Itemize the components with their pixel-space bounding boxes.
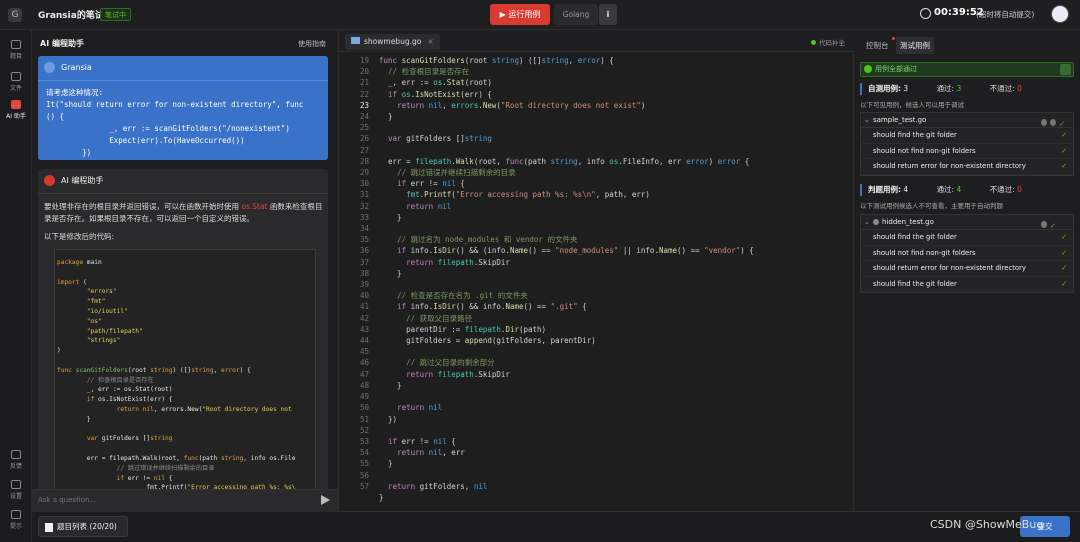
user-avatar-icon [44, 62, 55, 73]
all-passed-banner: 用例全部通过 [860, 62, 1074, 77]
send-icon[interactable] [321, 495, 330, 505]
status-dot-icon [811, 40, 816, 45]
tab-test-cases[interactable]: 测试用例 [896, 37, 934, 54]
chevron-down-icon[interactable]: ⌄ [864, 215, 870, 230]
language-select[interactable]: Golang [554, 4, 598, 25]
avatar[interactable] [1051, 5, 1069, 23]
ai-panel-title: AI 编程助手 [40, 39, 84, 48]
user-guide-link[interactable]: 使用指南 [298, 39, 326, 49]
nav-item-settings[interactable]: 设置 [0, 480, 32, 500]
go-file-icon [351, 37, 360, 44]
chevron-down-icon[interactable]: ⌄ [864, 113, 870, 128]
ai-reply-card: AI 编程助手 要处理非存在的根目录并返回错误，可以在函数开始时使用 os.St… [38, 169, 328, 511]
code-completion-status[interactable]: 代码补全 [811, 37, 845, 47]
gear-icon [11, 480, 21, 489]
divider [38, 193, 328, 194]
user-message-text: 请考虑这种情况: It("should return error for non… [46, 88, 304, 157]
ai-assistant-panel: AI 编程助手 使用指南 Gransia 请考虑这种情况: It("should… [32, 30, 338, 511]
doc-icon [11, 40, 21, 49]
suite-header[interactable]: ⌄ sample_test.go ✓ [861, 113, 1073, 128]
self-test-suite: ⌄ sample_test.go ✓ should find the git fol… [860, 112, 1074, 176]
ai-code-snippet: package main import ( "errors" "fmt" "io… [54, 249, 316, 511]
list-icon [45, 522, 53, 532]
notification-dot [891, 37, 895, 40]
test-case[interactable]: should not find non-git folders ✓ [861, 246, 1073, 262]
bot-name: AI 编程助手 [61, 176, 104, 185]
top-bar: G Gransia的笔试 笔试中 ▶ 运行用例 Golang i 00:39:5… [0, 0, 1080, 30]
ai-reply-text-2: 以下是修改后的代码: [44, 232, 115, 241]
self-test-stats: 自测用例: 3 通过: 3 不通过: 0 [860, 83, 1022, 95]
nav-item-feedback[interactable]: 反馈 [0, 450, 32, 470]
ask-placeholder: Ask a question... [38, 496, 97, 504]
nav-item-ai[interactable]: AI 助手 [0, 100, 32, 120]
problem-list-button[interactable]: 题目列表 (20/20) [38, 516, 128, 537]
self-test-note: 以下可见用例，候选人可以用于调试 [860, 101, 964, 109]
nav-item-problem[interactable]: 题目 [0, 40, 32, 60]
test-case[interactable]: should return error for non-existent dir… [861, 261, 1073, 277]
check-icon: ✓ [1061, 264, 1067, 273]
test-case[interactable]: should find the git folder ✓ [861, 277, 1073, 293]
close-icon[interactable]: × [427, 37, 433, 46]
test-case[interactable]: should not find non-git folders ✓ [861, 144, 1073, 160]
user-name: Gransia [61, 63, 92, 72]
settings-icon[interactable] [1050, 119, 1056, 126]
check-icon: ✓ [1061, 131, 1067, 139]
check-icon: ✓ [1061, 146, 1067, 155]
ai-reply-header: AI 编程助手 [44, 175, 103, 186]
test-panel: 控制台 测试用例 用例全部通过 自测用例: 3 通过: 3 不通过: 0 以下可… [854, 30, 1080, 511]
folder-icon [11, 72, 21, 81]
code-editor[interactable]: showmebug.go × 代码补全 19 20 21 22 23 24 25 … [338, 30, 855, 511]
suite-header[interactable]: ⌄ hidden_test.go ✓ [861, 215, 1073, 230]
bottom-bar: 题目列表 (20/20) 提交 [32, 511, 1080, 542]
check-icon: ✓ [1061, 248, 1067, 257]
user-message-card: Gransia 请考虑这种情况: It("should return error… [38, 56, 328, 160]
left-nav: 题目 文件 AI 助手 反馈 设置 提示 [0, 30, 32, 542]
app-logo-icon: G [8, 8, 22, 22]
app-title: Gransia的笔试 [38, 11, 104, 21]
test-case[interactable]: should find the git folder ✓ [861, 230, 1073, 246]
feedback-icon [11, 450, 21, 459]
editor-tab-bar: showmebug.go × 代码补全 [339, 30, 855, 52]
nav-item-files[interactable]: 文件 [0, 72, 32, 92]
judge-test-note: 以下测试用例候选人不可查看，主要用于自动判题 [860, 202, 1003, 210]
test-case[interactable]: should find the git folder ✓ [861, 128, 1073, 144]
hint-icon [11, 510, 21, 519]
divider [38, 80, 328, 81]
check-icon: ✓ [1061, 162, 1067, 171]
line-number-gutter: 19 20 21 22 23 24 25 26 27 28 29 30 31 3… [359, 56, 369, 491]
file-icon[interactable] [1041, 119, 1047, 126]
user-message-header: Gransia [44, 62, 92, 75]
check-icon: ✓ [1061, 279, 1067, 288]
test-case[interactable]: should return error for non-existent dir… [861, 159, 1073, 175]
robot-icon [44, 175, 55, 186]
run-tests-button[interactable]: ▶ 运行用例 [490, 4, 550, 25]
hidden-test-suite: ⌄ hidden_test.go ✓ should find the git fol… [860, 214, 1074, 294]
ai-reply-text: 要处理非存在的根目录并返回错误，可以在函数开始时使用 os.Stat 函数来检查… [44, 202, 323, 223]
check-icon: ✓ [1059, 120, 1065, 128]
ask-question-input[interactable]: Ask a question... [32, 489, 338, 511]
code-area[interactable]: func scanGitFolders(root string) ([]stri… [379, 53, 849, 511]
file-tab[interactable]: showmebug.go × [345, 34, 440, 50]
robot-icon [11, 100, 21, 109]
info-button[interactable]: i [599, 4, 617, 25]
lock-icon [873, 219, 879, 225]
judge-test-stats: 判题用例: 4 通过: 4 不通过: 0 [860, 184, 1022, 196]
watermark: CSDN @ShowMeBug [930, 518, 1044, 531]
settings-icon[interactable] [1041, 221, 1047, 228]
inline-code: os.Stat [241, 202, 268, 211]
nav-item-hint[interactable]: 提示 [0, 510, 32, 530]
refresh-icon[interactable] [1060, 64, 1071, 75]
check-circle-icon [864, 65, 872, 73]
check-icon: ✓ [1050, 222, 1056, 230]
check-icon: ✓ [1061, 233, 1067, 241]
tab-console[interactable]: 控制台 [862, 37, 895, 54]
clock-icon [920, 8, 931, 19]
timer-note: (超时将自动提交) [976, 10, 1035, 19]
status-badge: 笔试中 [100, 8, 131, 21]
